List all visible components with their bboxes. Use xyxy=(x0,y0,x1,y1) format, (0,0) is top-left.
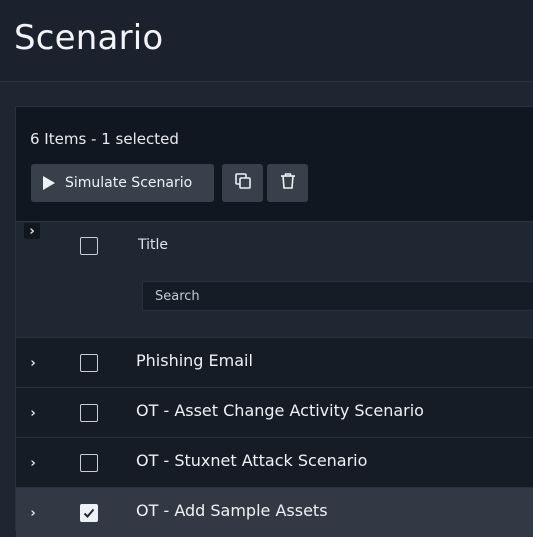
copy-button[interactable] xyxy=(222,164,263,202)
expand-row-chevron-icon[interactable]: › xyxy=(25,405,41,421)
simulate-scenario-label: Simulate Scenario xyxy=(65,175,193,191)
row-checkbox[interactable] xyxy=(80,354,98,372)
delete-button[interactable] xyxy=(267,164,308,202)
row-title[interactable]: Phishing Email xyxy=(136,351,253,370)
page-title: Scenario xyxy=(14,18,164,58)
checkmark-icon xyxy=(83,508,95,518)
scenario-panel: 6 Items - 1 selected Simulate Scenario ›… xyxy=(15,106,533,537)
expand-all-chevron-icon[interactable]: › xyxy=(24,223,40,239)
table-row[interactable]: › OT - Asset Change Activity Scenario xyxy=(16,387,533,437)
trash-icon xyxy=(279,172,297,194)
row-checkbox[interactable] xyxy=(80,454,98,472)
row-title[interactable]: OT - Asset Change Activity Scenario xyxy=(136,401,424,420)
row-title[interactable]: OT - Add Sample Assets xyxy=(136,501,328,520)
select-all-checkbox[interactable] xyxy=(80,237,98,255)
column-header-title[interactable]: Title xyxy=(138,237,168,253)
expand-row-chevron-icon[interactable]: › xyxy=(25,355,41,371)
play-icon xyxy=(43,176,55,190)
table-row[interactable]: › Phishing Email xyxy=(16,337,533,387)
table-row[interactable]: › OT - Stuxnet Attack Scenario xyxy=(16,437,533,487)
row-checkbox-checked[interactable] xyxy=(80,504,98,522)
title-search-input[interactable] xyxy=(142,281,533,311)
row-checkbox[interactable] xyxy=(80,404,98,422)
copy-icon xyxy=(234,172,252,194)
expand-row-chevron-icon[interactable]: › xyxy=(25,455,41,471)
expand-row-chevron-icon[interactable]: › xyxy=(25,505,41,521)
items-count: 6 Items - 1 selected xyxy=(30,130,179,148)
page-header: Scenario xyxy=(0,0,533,82)
row-title[interactable]: OT - Stuxnet Attack Scenario xyxy=(136,451,367,470)
simulate-scenario-button[interactable]: Simulate Scenario xyxy=(31,164,214,202)
